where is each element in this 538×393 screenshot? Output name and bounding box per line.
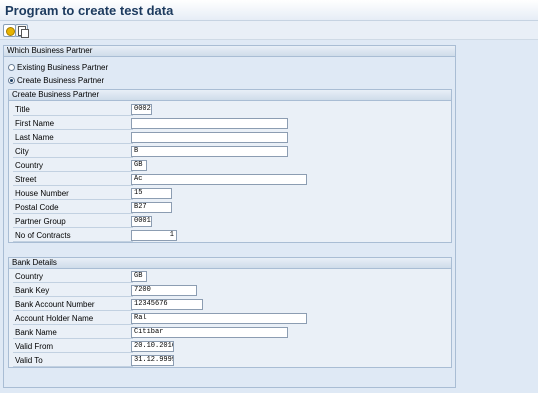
country-input[interactable]: GB <box>131 160 147 171</box>
which-bp-frame-title: Which Business Partner <box>4 46 455 57</box>
bank-details-group: Bank Details Country GB Bank Key 7200 Ba… <box>8 257 452 368</box>
first-name-input[interactable] <box>131 118 288 129</box>
radio-circle-icon[interactable] <box>8 64 15 71</box>
radio-existing-bp[interactable]: Existing Business Partner <box>8 62 108 73</box>
account-holder-name-label: Account Holder Name <box>13 313 133 325</box>
application-toolbar <box>0 21 538 40</box>
house-number-input[interactable]: 15 <box>131 188 172 199</box>
country-label: Country <box>13 160 133 172</box>
valid-to-input[interactable]: 31.12.9999 <box>131 355 174 366</box>
radio-create-bp[interactable]: Create Business Partner <box>8 75 104 86</box>
city-input[interactable]: B <box>131 146 288 157</box>
valid-from-label: Valid From <box>13 341 133 353</box>
bank-name-input[interactable]: Citibar <box>131 327 288 338</box>
last-name-input[interactable] <box>131 132 288 143</box>
selection-screen: Which Business Partner Existing Business… <box>3 45 456 388</box>
radio-label: Create Business Partner <box>17 76 105 85</box>
street-label: Street <box>13 174 133 186</box>
radio-circle-selected-icon[interactable] <box>8 77 15 84</box>
bank-country-label: Country <box>13 271 133 283</box>
title-input[interactable]: 0002 <box>131 104 152 115</box>
city-label: City <box>13 146 133 158</box>
first-name-label: First Name <box>13 118 133 130</box>
title-bar: Program to create test data <box>0 0 538 21</box>
bank-details-group-title: Bank Details <box>9 258 451 269</box>
no-of-contracts-label: No of Contracts <box>13 230 133 242</box>
bank-country-input[interactable]: GB <box>131 271 147 282</box>
postal-code-input[interactable]: B27 <box>131 202 172 213</box>
account-holder-name-input[interactable]: Ral <box>131 313 307 324</box>
title-label: Title <box>13 104 133 116</box>
get-variant-icon[interactable] <box>15 24 29 38</box>
radio-label: Existing Business Partner <box>17 63 109 72</box>
create-bp-group: Create Business Partner Title 0002 First… <box>8 89 452 243</box>
bank-account-number-input[interactable]: 12345676 <box>131 299 203 310</box>
page-title: Program to create test data <box>5 3 174 18</box>
partner-group-label: Partner Group <box>13 216 133 228</box>
valid-from-input[interactable]: 20.10.2016 <box>131 341 174 352</box>
postal-code-label: Postal Code <box>13 202 133 214</box>
no-of-contracts-input[interactable]: 1 <box>131 230 177 241</box>
bank-account-number-label: Bank Account Number <box>13 299 133 311</box>
last-name-label: Last Name <box>13 132 133 144</box>
valid-to-label: Valid To <box>13 355 133 367</box>
create-bp-group-title: Create Business Partner <box>9 90 451 101</box>
partner-group-input[interactable]: 0001 <box>131 216 152 227</box>
street-input[interactable]: Ac <box>131 174 307 185</box>
bank-name-label: Bank Name <box>13 327 133 339</box>
bank-key-label: Bank Key <box>13 285 133 297</box>
bank-key-input[interactable]: 7200 <box>131 285 197 296</box>
house-number-label: House Number <box>13 188 133 200</box>
